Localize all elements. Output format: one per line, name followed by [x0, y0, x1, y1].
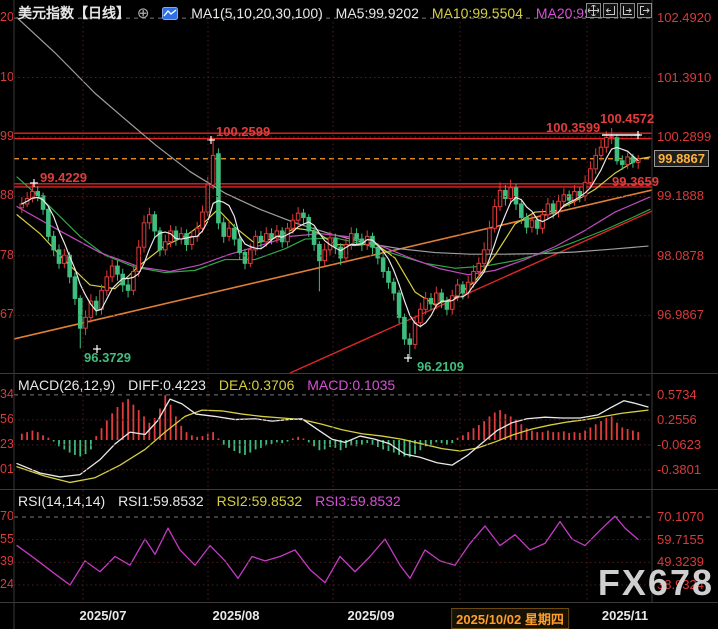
- y-axis-label: 99.1888: [657, 188, 704, 204]
- y-axis-partial-label: 10: [0, 69, 13, 84]
- y-axis-partial-label: 99: [0, 129, 13, 143]
- fit-chart-left-icon[interactable]: [603, 3, 618, 18]
- y-axis-partial-label: 56: [0, 411, 13, 426]
- y-axis-partial-label: 78: [0, 247, 13, 262]
- watermark: FX678: [597, 562, 714, 603]
- y-axis-partial-label: 70: [0, 509, 13, 523]
- rsi-pane-header: RSI(14,14,14) RSI1:59.8532 RSI2:59.8532 …: [18, 493, 410, 509]
- x-axis-label: 2025/07: [79, 608, 127, 623]
- y-axis-label: 98.0878: [657, 247, 704, 263]
- y-axis-label: -0.3801: [657, 461, 702, 477]
- rsi2-value: RSI2:59.8532: [216, 493, 303, 509]
- y-axis-label: 70.1070: [657, 509, 704, 524]
- expand-icon[interactable]: ⊕: [137, 5, 150, 22]
- main-pane-header: 美元指数【日线】 ⊕ MA1(5,10,20,30,100) MA5:99.92…: [18, 3, 636, 23]
- y-axis-label: -0.0623: [657, 436, 702, 452]
- symbol-title: 美元指数【日线】: [18, 5, 130, 21]
- y-axis-label: 101.3910: [657, 69, 712, 85]
- exit-chart-icon[interactable]: [637, 3, 652, 18]
- macd-dea-value: DEA:0.3706: [218, 377, 295, 393]
- fit-chart-right-icon[interactable]: [620, 3, 635, 18]
- price-annotation: 100.2599: [216, 124, 271, 139]
- y-axis-label: 100.2899: [657, 129, 712, 144]
- y-axis-partial-label: 39: [0, 554, 13, 569]
- macd-pane-header: MACD(26,12,9) DIFF:0.4223 DEA:0.3706 MAC…: [18, 377, 404, 393]
- last-price-tag: 99.8867: [654, 149, 709, 167]
- y-axis-partial-label: 01: [0, 461, 13, 476]
- ma5-value: MA5:99.9202: [335, 5, 419, 21]
- y-axis-label: 0.5734: [657, 386, 697, 402]
- y-axis-partial-label: 23: [0, 436, 13, 451]
- ma10-value: MA10:99.5504: [431, 5, 523, 21]
- price-annotation: 96.3729: [84, 350, 131, 365]
- price-annotation: 100.4572: [600, 111, 655, 126]
- y-axis-label: 59.7155: [657, 531, 704, 547]
- y-axis-partial-label: 34: [0, 386, 13, 401]
- chart-style-icon[interactable]: [162, 7, 179, 23]
- y-axis-partial-label: 24: [0, 576, 13, 591]
- crosshair-pan-icon[interactable]: [586, 3, 601, 18]
- y-axis-label: 102.4920: [657, 10, 712, 26]
- rsi3-value: RSI3:59.8532: [315, 493, 401, 509]
- chart-canvas[interactable]: [0, 0, 718, 629]
- rsi-title[interactable]: RSI(14,14,14): [18, 493, 105, 509]
- x-axis-label: 2025/09: [347, 608, 395, 623]
- x-axis-date-highlight: 2025/10/02 星期四: [451, 608, 569, 629]
- price-annotation: 99.4229: [40, 170, 87, 185]
- price-annotation: 99.3659: [612, 174, 659, 189]
- ma-settings-label[interactable]: MA1(5,10,20,30,100): [191, 5, 323, 21]
- price-annotation: 96.2109: [417, 359, 464, 374]
- macd-title[interactable]: MACD(26,12,9): [18, 377, 115, 393]
- x-axis-label: 2025/08: [212, 608, 260, 623]
- rsi1-value: RSI1:59.8532: [118, 493, 204, 509]
- macd-diff-value: DIFF:0.4223: [128, 377, 206, 393]
- y-axis-label: 0.2556: [657, 411, 697, 427]
- chart-app: 美元指数【日线】 ⊕ MA1(5,10,20,30,100) MA5:99.92…: [0, 0, 718, 629]
- y-axis-label: 96.9867: [657, 307, 704, 323]
- y-axis-partial-label: 20: [0, 10, 13, 25]
- price-annotation: 100.3599: [546, 120, 601, 135]
- y-axis-partial-label: 88: [0, 188, 13, 203]
- y-axis-partial-label: 67: [0, 307, 13, 322]
- x-axis-label: 2025/11: [601, 608, 649, 623]
- y-axis-partial-label: 55: [0, 531, 13, 546]
- chart-toolbar: [586, 3, 652, 18]
- macd-macd-value: MACD:0.1035: [307, 377, 396, 393]
